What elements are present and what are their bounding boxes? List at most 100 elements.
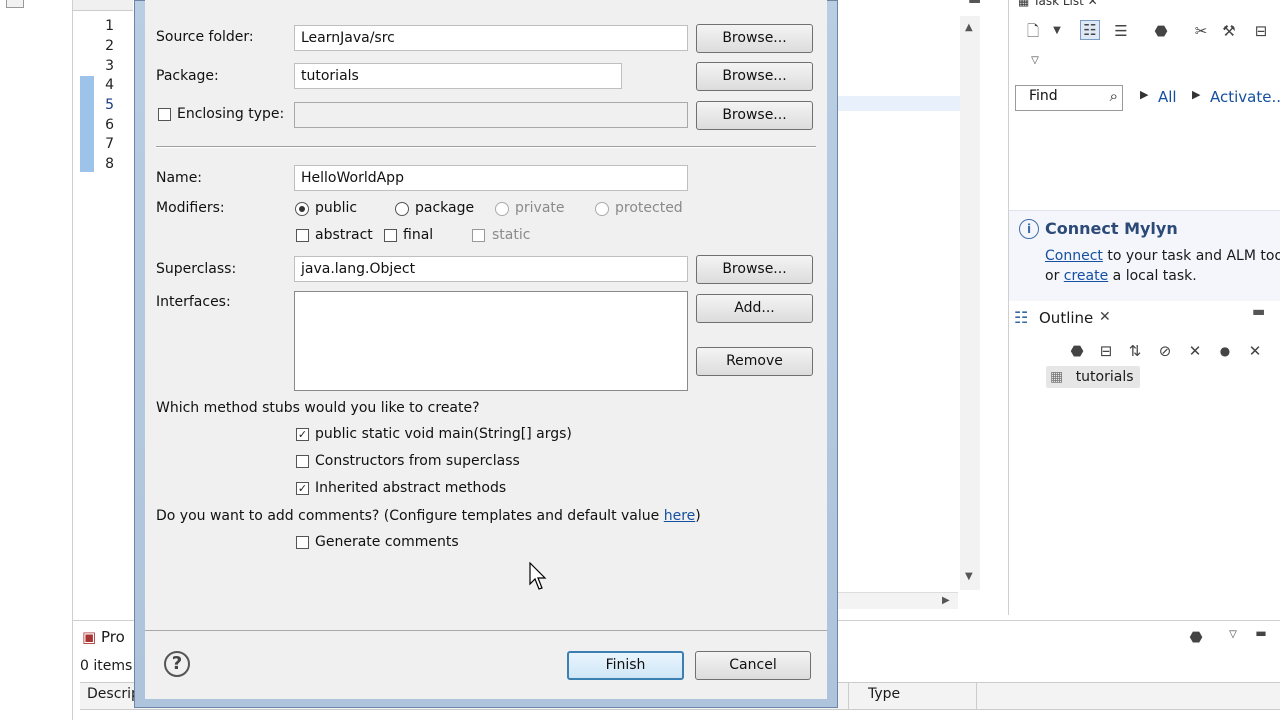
editor-gutter-highlight xyxy=(80,76,94,172)
modifier-public-radio[interactable] xyxy=(295,202,309,216)
connect-link[interactable]: Connect xyxy=(1045,248,1103,264)
minimize-icon[interactable]: ▬ xyxy=(968,0,981,8)
class-name-field[interactable]: HelloWorldApp xyxy=(294,165,688,191)
expand-triangle-icon[interactable]: ▶ xyxy=(1192,88,1200,101)
outline-tab[interactable]: Outline xyxy=(1039,309,1093,327)
sort-icon[interactable]: ⇅ xyxy=(1126,342,1144,360)
configure-templates-link[interactable]: here xyxy=(664,508,696,524)
main-method-checkbox[interactable]: ✓ xyxy=(296,428,309,441)
package-icon: ▦ xyxy=(1050,369,1068,385)
constructors-checkbox[interactable] xyxy=(296,455,309,468)
source-folder-browse-button[interactable]: Browse... xyxy=(696,24,813,53)
modifier-protected-radio[interactable] xyxy=(595,202,609,216)
minimize-icon[interactable]: ▬ xyxy=(1252,304,1265,320)
collapse-all-icon[interactable]: ⊟ xyxy=(1252,22,1270,40)
generate-comments-label: Generate comments xyxy=(315,534,459,550)
superclass-field[interactable]: java.lang.Object xyxy=(294,256,688,282)
source-folder-field[interactable]: LearnJava/src xyxy=(294,25,688,51)
editor-vertical-scrollbar[interactable]: ▲ ▼ xyxy=(960,16,980,590)
problems-icon: ▣ xyxy=(82,628,97,646)
collapse-all-icon[interactable]: ⊟ xyxy=(1097,342,1115,360)
inherited-methods-label: Inherited abstract methods xyxy=(315,480,507,496)
interfaces-list[interactable] xyxy=(294,291,688,391)
help-icon[interactable]: ? xyxy=(164,651,190,677)
modifier-package-radio[interactable] xyxy=(395,202,409,216)
scroll-up-icon[interactable]: ▲ xyxy=(965,22,973,33)
current-line-highlight xyxy=(836,96,960,111)
finish-button[interactable]: Finish xyxy=(567,651,684,680)
minimize-button[interactable] xyxy=(6,0,24,8)
connect-mylyn-box: i Connect Mylyn Connect to your task and… xyxy=(1009,210,1280,301)
cancel-button[interactable]: Cancel xyxy=(695,651,811,680)
package-field[interactable]: tutorials xyxy=(294,63,622,89)
chevron-down-icon[interactable]: ▼ xyxy=(1048,22,1066,40)
method-stubs-question: Which method stubs would you like to cre… xyxy=(156,400,480,416)
line-number: 6 xyxy=(105,117,114,133)
inherited-methods-checkbox[interactable]: ✓ xyxy=(296,482,309,495)
problems-tab[interactable]: ▣ Pro xyxy=(82,628,125,646)
modifier-private-radio[interactable] xyxy=(495,202,509,216)
task-find-input[interactable]: Find ⌕ xyxy=(1015,85,1123,111)
modifier-package-label: package xyxy=(415,200,475,216)
remove-interface-button[interactable]: Remove xyxy=(696,347,813,376)
name-label: Name: xyxy=(156,170,203,186)
enclosing-type-label: Enclosing type: xyxy=(177,106,285,122)
close-icon[interactable]: ✕ xyxy=(1099,309,1111,325)
column-divider xyxy=(848,683,849,709)
connect-mylyn-line1: Connect to your task and ALM too xyxy=(1045,248,1280,264)
editor-tab[interactable] xyxy=(73,0,133,11)
scroll-down-icon[interactable]: ▼ xyxy=(965,571,973,582)
main-method-label: public static void main(String[] args) xyxy=(315,426,572,442)
final-checkbox[interactable] xyxy=(384,229,397,242)
add-interface-button[interactable]: Add... xyxy=(696,294,813,323)
new-task-icon[interactable]: 🗋 xyxy=(1024,22,1042,40)
scroll-right-icon[interactable]: ▶ xyxy=(942,595,950,606)
categorized-view-icon[interactable]: ☷ xyxy=(1080,20,1100,40)
abstract-checkbox[interactable] xyxy=(296,229,309,242)
expand-triangle-icon[interactable]: ▶ xyxy=(1140,88,1148,101)
superclass-browse-button[interactable]: Browse... xyxy=(696,255,813,284)
task-list-icon: ▦ xyxy=(1018,0,1034,8)
line-number: 3 xyxy=(105,58,114,74)
close-icon[interactable]: ✕ xyxy=(1084,0,1098,8)
modifiers-label: Modifiers: xyxy=(156,200,225,216)
filter-all-link[interactable]: All xyxy=(1158,88,1177,106)
outline-package-node[interactable]: ▦ tutorials xyxy=(1046,366,1140,388)
hide-nonpublic-icon[interactable]: ● xyxy=(1216,342,1234,360)
minimize-icon[interactable]: ▬ xyxy=(1252,624,1270,642)
scheduled-view-icon[interactable]: ☰ xyxy=(1112,22,1130,40)
final-label: final xyxy=(403,227,434,243)
task-list-tab[interactable]: ▦ Task List ✕ xyxy=(1018,0,1098,10)
synchronize-icon[interactable]: ⚒ xyxy=(1220,22,1238,40)
static-checkbox[interactable] xyxy=(472,229,485,242)
activate-task-link[interactable]: Activate... xyxy=(1210,88,1280,106)
line-number: 5 xyxy=(105,97,114,113)
hide-fields-icon[interactable]: ⊘ xyxy=(1156,342,1174,360)
column-type[interactable]: Type xyxy=(868,686,900,702)
line-number: 2 xyxy=(105,38,114,54)
view-menu-icon[interactable]: ▽ xyxy=(1026,52,1044,70)
generate-comments-checkbox[interactable] xyxy=(296,536,309,549)
column-description[interactable]: Descrip xyxy=(87,686,140,702)
outline-icon: ☷ xyxy=(1014,308,1029,327)
connect-mylyn-title: Connect Mylyn xyxy=(1045,219,1178,238)
editor-horizontal-scrollbar[interactable]: ▶ xyxy=(836,592,958,609)
line-number: 4 xyxy=(105,77,114,93)
focus-icon[interactable]: ⬣ xyxy=(1152,22,1170,40)
hide-local-types-icon[interactable]: ✕ xyxy=(1246,342,1264,360)
hide-static-icon[interactable]: ✕ xyxy=(1186,342,1204,360)
enclosing-type-field[interactable] xyxy=(294,102,688,128)
focus-icon[interactable]: ⬣ xyxy=(1068,342,1086,360)
view-menu-icon[interactable]: ▽ xyxy=(1224,626,1242,644)
hide-completed-icon[interactable]: ✂ xyxy=(1192,22,1210,40)
column-divider xyxy=(976,683,977,709)
static-label: static xyxy=(492,227,531,243)
enclosing-type-browse-button[interactable]: Browse... xyxy=(696,101,813,130)
focus-icon[interactable]: ⬣ xyxy=(1187,628,1205,646)
create-link[interactable]: create xyxy=(1064,268,1108,284)
enclosing-type-checkbox[interactable] xyxy=(158,108,171,121)
superclass-label: Superclass: xyxy=(156,261,237,277)
connect-mylyn-line2: or create a local task. xyxy=(1045,268,1197,284)
package-browse-button[interactable]: Browse... xyxy=(696,62,813,91)
mouse-cursor-icon xyxy=(529,562,547,590)
